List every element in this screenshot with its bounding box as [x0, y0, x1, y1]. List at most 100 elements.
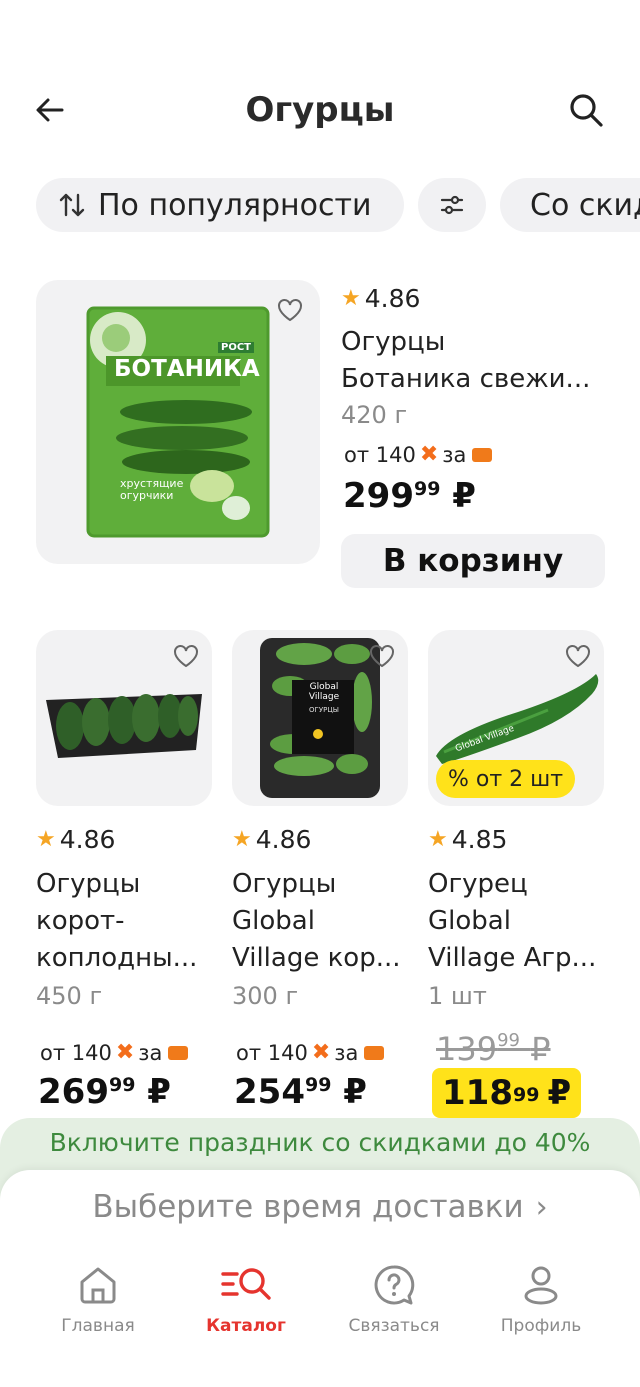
page-title: Огурцы: [245, 90, 395, 130]
old-price: 13999 ₽: [436, 1030, 551, 1068]
favorite-button-1[interactable]: [172, 642, 202, 672]
star-icon: ★: [232, 827, 252, 852]
tab-contact[interactable]: Связаться: [324, 1264, 464, 1336]
heart-icon: [174, 645, 198, 668]
discount-chip[interactable]: Со скид: [500, 178, 640, 232]
old-price-frac: 99: [497, 1030, 520, 1051]
star-icon: ★: [428, 827, 448, 852]
rating-1: ★ 4.86: [36, 825, 115, 854]
sale-price: 118 99 ₽: [432, 1068, 582, 1118]
star-icon: ★: [341, 286, 361, 311]
product-name-line1: Огурцы: [341, 327, 446, 357]
package-text-2: ОГУРЦЫ: [309, 706, 339, 714]
price-frac-1: 99: [108, 1074, 136, 1096]
tab-catalog-label: Каталог: [206, 1316, 286, 1336]
sale-price-frac: 99: [512, 1084, 540, 1106]
tab-profile-label: Профиль: [500, 1316, 582, 1336]
promo-line-2: от 140 ✖ за: [236, 1040, 385, 1065]
product-name-line2: Ботаника свежи...: [341, 364, 591, 394]
rating-3: ★ 4.85: [428, 825, 507, 854]
promo-line: от 140 ✖ за: [344, 442, 493, 467]
price: 29999 ₽: [343, 476, 476, 516]
tab-contact-label: Связаться: [348, 1316, 440, 1336]
heart-icon: [566, 645, 590, 668]
home-icon: [80, 1267, 116, 1304]
product-name-2-line3: Village кор...: [232, 943, 401, 973]
price-int-1: 269: [38, 1072, 109, 1112]
rating-value-1: 4.86: [59, 825, 116, 854]
sort-chip[interactable]: По популярности: [36, 178, 404, 232]
product-name-3-line1: Огурец: [428, 869, 528, 899]
price-2: 25499 ₽: [234, 1072, 367, 1112]
currency: ₽: [452, 476, 476, 516]
delivery-time-label: Выберите время доставки: [92, 1189, 524, 1225]
price-frac-2: 99: [304, 1074, 332, 1096]
points-icon: ✖: [115, 1040, 135, 1065]
star-icon: ★: [36, 827, 56, 852]
sale-price-currency: ₽: [547, 1073, 572, 1113]
product-name-2[interactable]: Огурцы Global Village кор...: [232, 866, 412, 977]
profile-icon: [524, 1266, 558, 1305]
sale-price-int: 118: [442, 1073, 513, 1113]
tab-home-label: Главная: [61, 1316, 135, 1336]
package-label: РОСТ: [218, 342, 254, 353]
promo-text: от 140: [344, 442, 416, 467]
promo-text-1: от 140: [40, 1040, 112, 1065]
price-int: 299: [343, 476, 414, 516]
old-price-currency: ₽: [530, 1030, 551, 1068]
price-int-2: 254: [234, 1072, 305, 1112]
promo-suffix-2: за: [334, 1040, 359, 1065]
price-frac: 99: [413, 478, 441, 500]
sort-label: По популярности: [98, 187, 372, 223]
filter-sliders-icon: [440, 195, 464, 215]
old-price-int: 139: [436, 1030, 498, 1068]
bottom-tab-bar: Главная Каталог Связаться Профиль: [0, 1244, 640, 1387]
product-name-1-line3: коплодны...: [36, 943, 198, 973]
points-icon: ✖: [419, 442, 439, 467]
rating-value-3: 4.85: [451, 825, 508, 854]
partner-tag-icon: [472, 447, 493, 462]
delivery-time-button[interactable]: Выберите время доставки ›: [0, 1170, 640, 1244]
sort-arrows-icon: [59, 193, 85, 217]
tab-catalog[interactable]: Каталог: [176, 1264, 316, 1336]
heart-icon: [278, 299, 302, 322]
product-name-2-line1: Огурцы: [232, 869, 337, 899]
product-name-3-line2: Global: [428, 906, 511, 936]
chevron-right-icon: ›: [535, 1189, 548, 1225]
currency-2: ₽: [343, 1072, 367, 1112]
search-button[interactable]: [558, 82, 614, 138]
product-name-3[interactable]: Огурец Global Village Агр...: [428, 866, 608, 977]
product-name-1[interactable]: Огурцы корот- коплодны...: [36, 866, 216, 977]
package-brand: БОТАНИКА: [114, 356, 260, 382]
package-text: хрустящие огурчики: [120, 477, 184, 502]
promo-line-1: от 140 ✖ за: [40, 1040, 189, 1065]
favorite-button[interactable]: [276, 296, 306, 326]
add-to-cart-button[interactable]: В корзину: [341, 534, 605, 588]
product-name-1-line1: Огурцы: [36, 869, 141, 899]
package-brand-2: Global Village: [308, 682, 340, 702]
product-weight-1: 450 г: [36, 982, 103, 1010]
tab-profile[interactable]: Профиль: [471, 1264, 611, 1336]
header: Огурцы: [0, 0, 640, 165]
tab-home[interactable]: Главная: [28, 1264, 168, 1336]
points-icon: ✖: [311, 1040, 331, 1065]
rating: ★ 4.86: [341, 284, 420, 313]
product-name-3-line3: Village Агр...: [428, 943, 597, 973]
discount-badge: % от 2 шт: [436, 760, 576, 798]
favorite-button-2[interactable]: [368, 642, 398, 672]
discount-chip-label: Со скид: [530, 187, 640, 223]
favorite-button-3[interactable]: [564, 642, 594, 672]
product-weight-2: 300 г: [232, 982, 299, 1010]
help-bubble-icon: [374, 1265, 415, 1305]
promo-suffix: за: [442, 442, 467, 467]
partner-tag-icon: [168, 1045, 189, 1060]
currency-1: ₽: [147, 1072, 171, 1112]
promo-suffix-1: за: [138, 1040, 163, 1065]
product-weight-3: 1 шт: [428, 982, 487, 1010]
partner-tag-icon: [364, 1045, 385, 1060]
product-name[interactable]: Огурцы Ботаника свежи...: [341, 324, 621, 398]
product-name-2-line2: Global: [232, 906, 315, 936]
promo-banner-text: Включите праздник со скидками до 40%: [49, 1128, 591, 1157]
rating-value-2: 4.86: [255, 825, 312, 854]
filters-chip[interactable]: [418, 178, 486, 232]
